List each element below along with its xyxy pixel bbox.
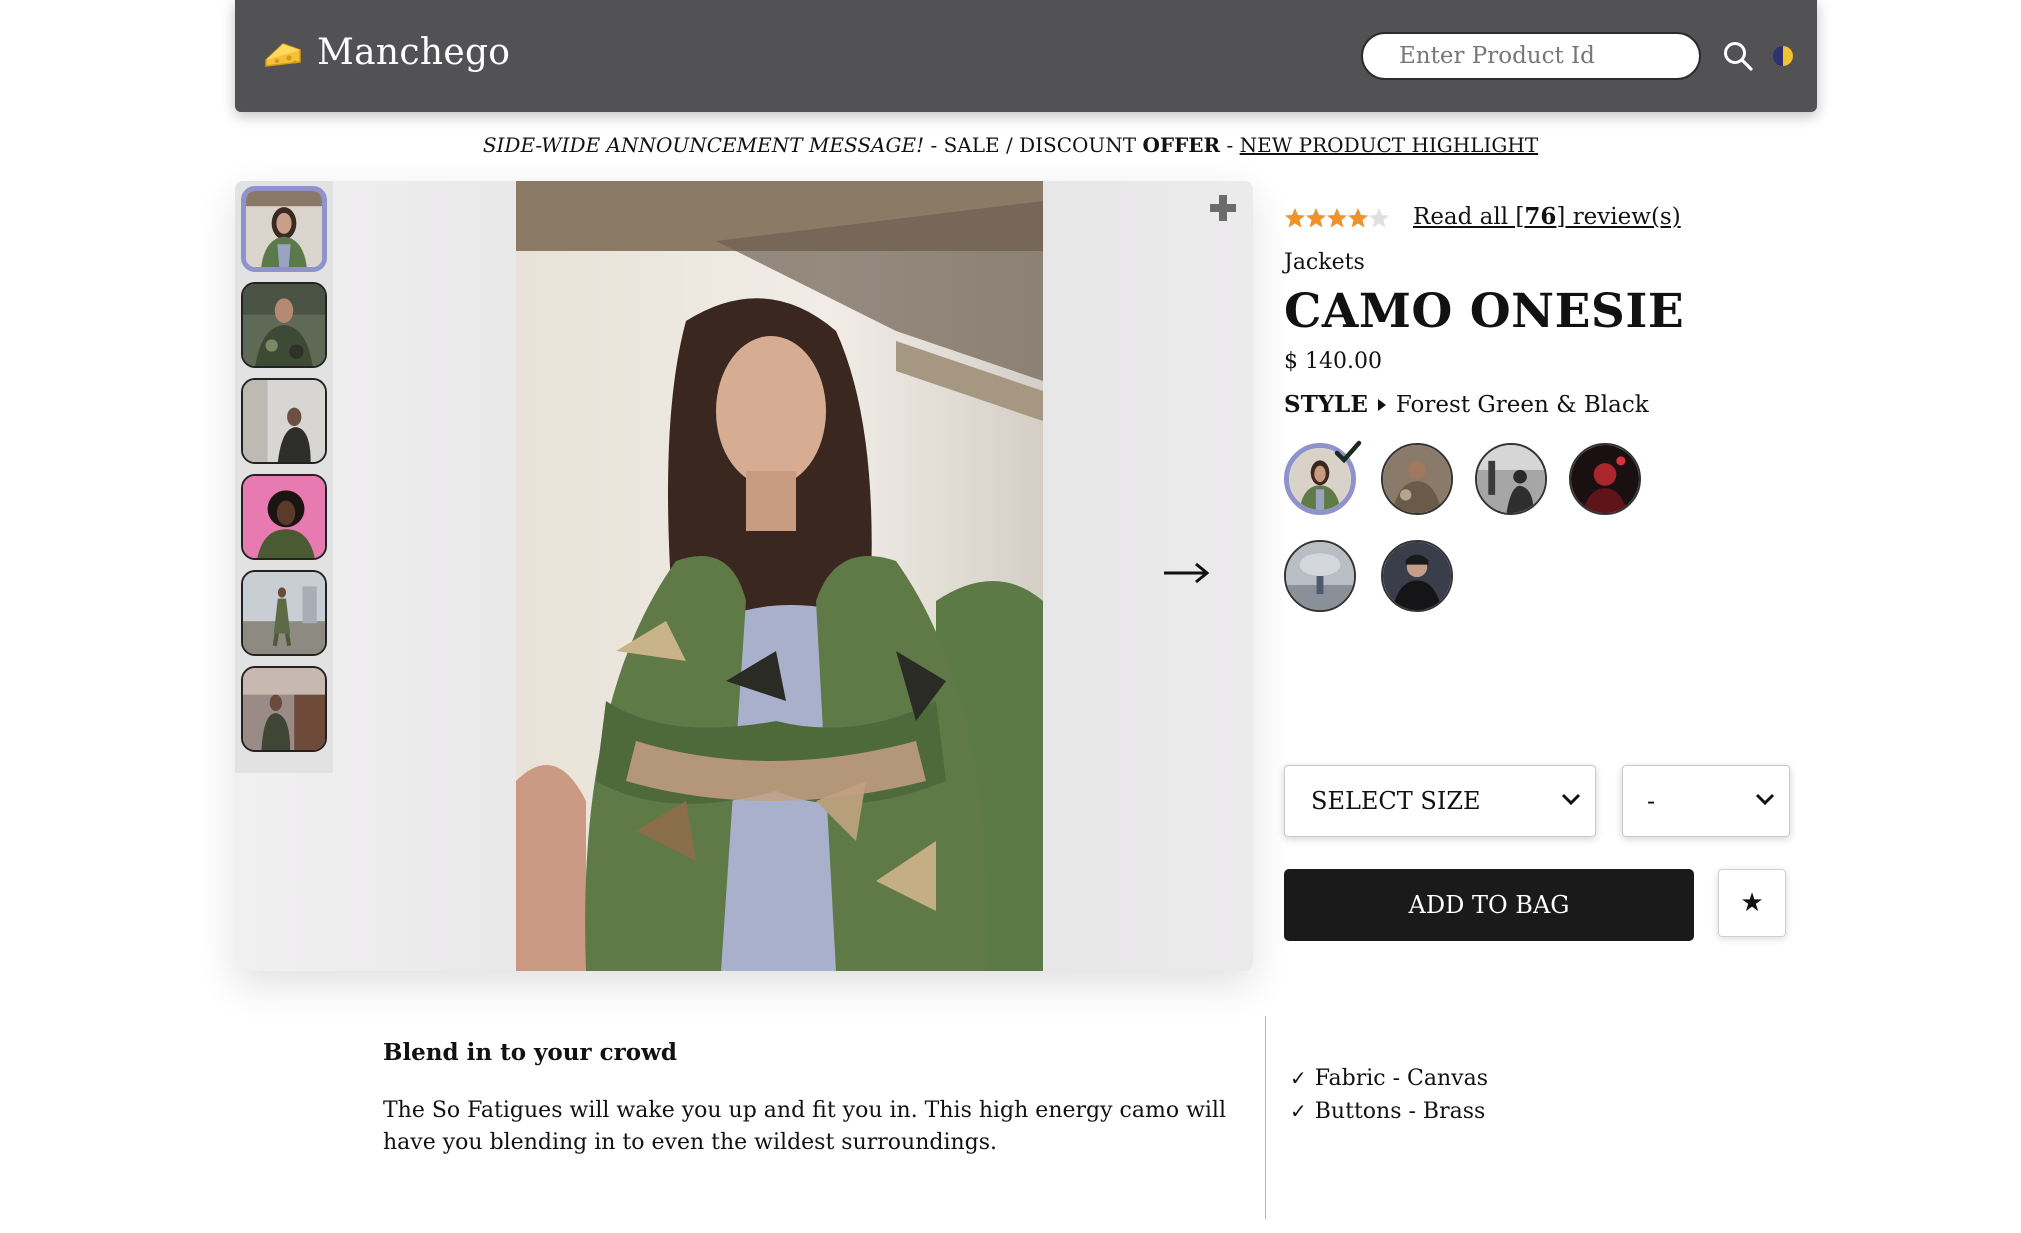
add-to-bag-button[interactable]: ADD TO BAG	[1284, 869, 1694, 941]
check-icon: ✓	[1290, 1099, 1307, 1123]
thumbnail-6[interactable]	[241, 666, 327, 752]
thumbnail-4[interactable]	[241, 474, 327, 560]
cheese-icon	[265, 42, 301, 67]
thumbnail-strip	[235, 181, 333, 773]
half-moon-icon[interactable]	[1772, 45, 1794, 67]
style-swatch-5[interactable]	[1284, 540, 1356, 612]
feature-item: ✓ Fabric - Canvas	[1290, 1062, 1488, 1095]
check-icon: ✓	[1290, 1066, 1307, 1090]
site-header: Manchego	[235, 0, 1817, 112]
style-row: STYLE Forest Green & Black	[1284, 391, 1649, 418]
product-gallery	[235, 181, 1253, 971]
main-product-image[interactable]	[516, 181, 1043, 971]
read-reviews-link[interactable]: Read all [76] review(s)	[1413, 203, 1681, 230]
quantity-select-value: -	[1647, 787, 1656, 815]
reviews-prefix: Read all [	[1413, 204, 1525, 230]
description-heading: Blend in to your crowd	[383, 1039, 677, 1066]
announcement-message: SIDE-WIDE ANNOUNCEMENT MESSAGE!	[482, 133, 925, 157]
star-icon	[1285, 208, 1389, 228]
size-select[interactable]: SELECT SIZE	[1284, 765, 1596, 837]
thumbnail-1[interactable]	[241, 186, 327, 272]
product-price: $ 140.00	[1284, 349, 1382, 374]
size-select-value: SELECT SIZE	[1311, 787, 1481, 815]
feature-item: ✓ Buttons - Brass	[1290, 1095, 1488, 1128]
caret-right-icon	[1377, 398, 1386, 411]
product-category: Jackets	[1284, 250, 1365, 275]
announcement-bar: SIDE-WIDE ANNOUNCEMENT MESSAGE! - SALE /…	[0, 133, 2021, 157]
thumbnail-3[interactable]	[241, 378, 327, 464]
reviews-count: 76	[1524, 203, 1557, 230]
announcement-separator: -	[924, 133, 944, 157]
description-body: The So Fatigues will wake you up and fit…	[383, 1098, 1227, 1155]
style-swatch-6[interactable]	[1381, 540, 1453, 612]
plus-icon[interactable]	[1208, 193, 1238, 223]
logo[interactable]: Manchego	[263, 32, 510, 73]
feature-text: Buttons - Brass	[1314, 1099, 1486, 1124]
chevron-down-icon	[1755, 793, 1775, 806]
product-id-search-input[interactable]	[1361, 32, 1701, 80]
style-value: Forest Green & Black	[1395, 391, 1649, 418]
star-icon: ★	[1740, 888, 1764, 918]
style-swatch-2[interactable]	[1381, 443, 1453, 515]
check-icon	[1334, 440, 1362, 464]
arrow-right-icon[interactable]	[1162, 558, 1210, 588]
reviews-suffix: ] review(s)	[1556, 204, 1681, 230]
divider	[1265, 1016, 1266, 1219]
chevron-down-icon	[1561, 793, 1581, 806]
announcement-separator: -	[1220, 133, 1240, 157]
thumbnail-2[interactable]	[241, 282, 327, 368]
new-product-highlight-link[interactable]: NEW PRODUCT HIGHLIGHT	[1240, 133, 1539, 157]
announcement-offer: OFFER	[1142, 133, 1221, 157]
favorite-button[interactable]: ★	[1718, 869, 1786, 937]
style-swatch-3[interactable]	[1475, 443, 1547, 515]
product-title: CAMO ONESIE	[1284, 284, 1685, 339]
thumbnail-5[interactable]	[241, 570, 327, 656]
feature-list: ✓ Fabric - Canvas ✓ Buttons - Brass	[1290, 1062, 1488, 1128]
feature-text: Fabric - Canvas	[1314, 1066, 1488, 1091]
style-label: STYLE	[1284, 391, 1368, 418]
quantity-select[interactable]: -	[1622, 765, 1790, 837]
rating-stars	[1285, 208, 1389, 228]
search-icon[interactable]	[1722, 40, 1754, 72]
announcement-sale: SALE / DISCOUNT	[943, 133, 1143, 157]
style-swatch-4[interactable]	[1569, 443, 1641, 515]
brand-name: Manchego	[317, 32, 511, 73]
